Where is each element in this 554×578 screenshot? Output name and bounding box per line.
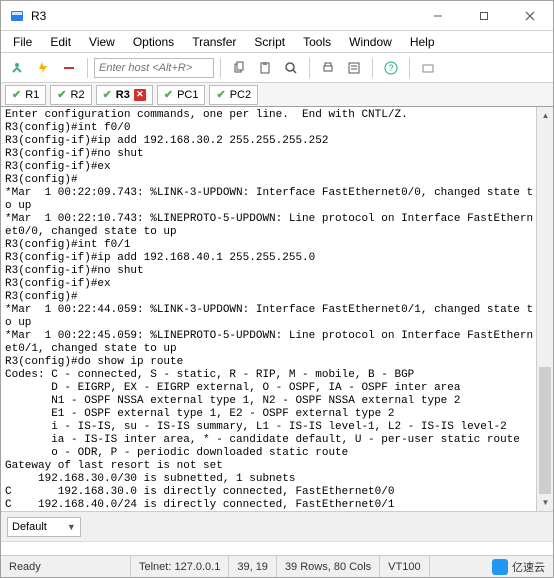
terminal-line: C 192.168.40.0/24 is directly connected,…	[5, 499, 549, 511]
menu-help[interactable]: Help	[402, 33, 443, 51]
scroll-thumb[interactable]	[539, 367, 551, 511]
menu-transfer[interactable]: Transfer	[184, 33, 244, 51]
session-tab-r1[interactable]: ✔ R1	[5, 85, 46, 105]
menu-tools[interactable]: Tools	[295, 33, 339, 51]
terminal-line: R3(config)#	[5, 174, 549, 187]
menu-window[interactable]: Window	[341, 33, 400, 51]
print-icon[interactable]	[316, 56, 340, 80]
svg-text:?: ?	[388, 63, 393, 73]
status-ok-icon: ✔	[103, 88, 112, 101]
terminal-line: o up	[5, 317, 549, 330]
terminal-line: Gateway of last resort is not set	[5, 460, 549, 473]
tab-label: PC1	[177, 89, 198, 101]
terminal-line: et0/0, changed state to up	[5, 226, 549, 239]
menu-edit[interactable]: Edit	[42, 33, 79, 51]
session-combo[interactable]: Default ▼	[7, 517, 81, 537]
status-ready: Ready	[1, 556, 131, 577]
menu-view[interactable]: View	[81, 33, 123, 51]
terminal-line: ia - IS-IS inter area, * - candidate def…	[5, 434, 549, 447]
terminal-line: R3(config)#int f0/0	[5, 122, 549, 135]
session-tab-pc1[interactable]: ✔ PC1	[157, 85, 206, 105]
terminal-line: R3(config-if)#no shut	[5, 265, 549, 278]
tab-label: R1	[25, 89, 39, 101]
terminal-line: R3(config-if)#no shut	[5, 148, 549, 161]
status-terminal-type: VT100	[380, 556, 429, 577]
terminal-line: i - IS-IS, su - IS-IS summary, L1 - IS-I…	[5, 421, 549, 434]
host-input[interactable]	[94, 58, 214, 78]
paste-icon[interactable]	[253, 56, 277, 80]
menu-script[interactable]: Script	[246, 33, 293, 51]
status-ok-icon: ✔	[57, 88, 66, 101]
status-cursor-position: 39, 19	[229, 556, 277, 577]
terminal-line: R3(config-if)#ip add 192.168.40.1 255.25…	[5, 252, 549, 265]
scroll-down-icon[interactable]: ▼	[537, 494, 553, 511]
terminal-line: o - ODR, P - periodic downloaded static …	[5, 447, 549, 460]
terminal-line: R3(config-if)#ex	[5, 278, 549, 291]
terminal-line: 192.168.30.0/30 is subnetted, 1 subnets	[5, 473, 549, 486]
menu-options[interactable]: Options	[125, 33, 182, 51]
app-icon	[9, 8, 25, 24]
terminal-line: *Mar 1 00:22:09.743: %LINK-3-UPDOWN: Int…	[5, 187, 549, 200]
close-button[interactable]	[507, 1, 553, 31]
terminal-line: R3(config)#	[5, 291, 549, 304]
terminal-line: *Mar 1 00:22:45.059: %LINEPROTO-5-UPDOWN…	[5, 330, 549, 343]
toolbar-extra-icon[interactable]	[416, 56, 440, 80]
status-size: 39 Rows, 80 Cols	[277, 556, 380, 577]
terminal-line: Enter configuration commands, one per li…	[5, 109, 549, 122]
tab-close-icon[interactable]: ✕	[134, 89, 146, 101]
properties-icon[interactable]	[342, 56, 366, 80]
menu-file[interactable]: File	[5, 33, 40, 51]
terminal-line: *Mar 1 00:22:10.743: %LINEPROTO-5-UPDOWN…	[5, 213, 549, 226]
terminal-line: Codes: C - connected, S - static, R - RI…	[5, 369, 549, 382]
terminal-line: R3(config)#do show ip route	[5, 356, 549, 369]
terminal-line: et0/1, changed state to up	[5, 343, 549, 356]
session-combo-value: Default	[12, 521, 47, 533]
disconnect-icon[interactable]	[57, 56, 81, 80]
brand-logo: 亿速云	[484, 559, 553, 575]
terminal-line: R3(config-if)#ex	[5, 161, 549, 174]
connect-icon[interactable]	[5, 56, 29, 80]
terminal-scrollbar[interactable]: ▲ ▼	[536, 107, 553, 511]
status-ok-icon: ✔	[216, 88, 225, 101]
terminal-line: R3(config-if)#ip add 192.168.30.2 255.25…	[5, 135, 549, 148]
find-icon[interactable]	[279, 56, 303, 80]
session-tab-r2[interactable]: ✔ R2	[50, 85, 91, 105]
terminal-line: N1 - OSPF NSSA external type 1, N2 - OSP…	[5, 395, 549, 408]
help-icon[interactable]: ?	[379, 56, 403, 80]
chevron-down-icon: ▼	[67, 522, 76, 532]
terminal-line: D - EIGRP, EX - EIGRP external, O - OSPF…	[5, 382, 549, 395]
session-tab-r3[interactable]: ✔ R3 ✕	[96, 85, 153, 105]
tab-label: PC2	[230, 89, 251, 101]
quick-connect-icon[interactable]	[31, 56, 55, 80]
terminal-line: R3(config)#int f0/1	[5, 239, 549, 252]
terminal-output[interactable]: Enter configuration commands, one per li…	[1, 107, 553, 511]
terminal-line: *Mar 1 00:22:44.059: %LINK-3-UPDOWN: Int…	[5, 304, 549, 317]
session-tab-pc2[interactable]: ✔ PC2	[209, 85, 258, 105]
status-ok-icon: ✔	[12, 88, 21, 101]
status-ok-icon: ✔	[164, 88, 173, 101]
command-input-area[interactable]	[1, 541, 553, 555]
terminal-line: o up	[5, 200, 549, 213]
maximize-button[interactable]	[461, 1, 507, 31]
status-connection: Telnet: 127.0.0.1	[131, 556, 229, 577]
window-title: R3	[31, 9, 46, 23]
tab-label: R2	[71, 89, 85, 101]
terminal-line: E1 - OSPF external type 1, E2 - OSPF ext…	[5, 408, 549, 421]
copy-icon[interactable]	[227, 56, 251, 80]
tab-label: R3	[116, 89, 130, 101]
terminal-line: C 192.168.30.0 is directly connected, Fa…	[5, 486, 549, 499]
scroll-up-icon[interactable]: ▲	[537, 107, 553, 124]
minimize-button[interactable]	[415, 1, 461, 31]
